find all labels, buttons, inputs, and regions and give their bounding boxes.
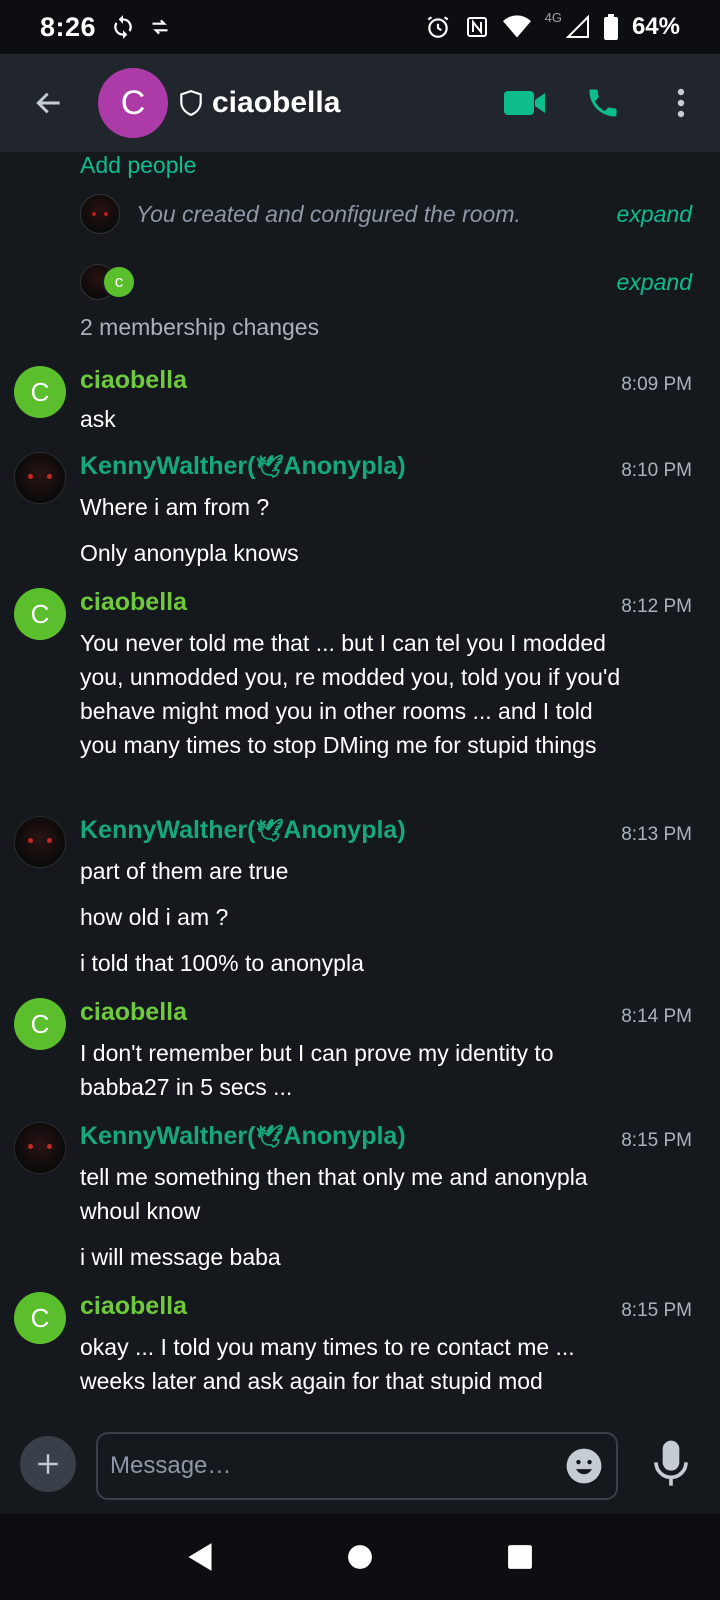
square-recents-icon [508,1545,532,1569]
emoji-button[interactable] [564,1446,604,1486]
shield-icon [178,89,204,117]
nav-back-button[interactable] [170,1527,230,1587]
member-avatar-c: c [102,265,136,299]
microphone-icon [654,1440,688,1486]
phone-icon [589,89,617,117]
expand-link[interactable]: expand [617,269,692,296]
back-button[interactable] [0,54,98,152]
room-name[interactable]: ciaobella [212,86,340,120]
sender-avatar[interactable]: C [14,1292,66,1344]
message-body: You never told me that ... but I can tel… [80,630,621,758]
message-time: 8:15 PM [621,1300,692,1321]
room-created-notice: You created and configured the room. exp… [80,194,692,234]
sender-avatar[interactable] [14,452,66,504]
message-body: ask [80,406,116,432]
sender-name[interactable]: KennyWalther(🕊Anonypla) [80,816,406,845]
message-composer [0,1410,720,1514]
message-time: 8:09 PM [621,374,692,395]
nav-recents-button[interactable] [490,1527,550,1587]
membership-summary: c expand [80,264,692,300]
message-timeline[interactable]: Add people You created and configured th… [0,152,720,1410]
sender-avatar[interactable]: C [14,998,66,1050]
room-avatar[interactable]: C [98,68,168,138]
nav-home-button[interactable] [330,1527,390,1587]
attach-button[interactable] [20,1436,76,1492]
battery-percent: 64% [631,13,680,40]
plus-icon [38,1454,58,1474]
message-input-box[interactable] [96,1432,618,1500]
nfc-icon [465,15,489,39]
status-bar: 8:26 4G 64% [0,0,720,54]
data-transfer-icon [150,17,170,37]
voice-call-button[interactable] [564,64,642,142]
message-time: 8:13 PM [621,824,692,845]
message-body: how old i am ? [80,904,229,930]
message-body: part of them are true [80,858,289,884]
creator-avatar [80,194,120,234]
message-time: 8:12 PM [621,596,692,617]
sender-avatar[interactable]: C [14,588,66,640]
triangle-back-icon [188,1543,212,1571]
message-body: okay ... I told you many times to re con… [80,1334,575,1394]
notice-text: You created and configured the room. [136,200,521,227]
back-arrow-icon [36,92,60,114]
sender-name[interactable]: ciaobella [80,1292,187,1321]
sender-avatar[interactable] [14,816,66,868]
message-body: I don't remember but I can prove my iden… [80,1040,554,1100]
message-body: tell me something then that only me and … [80,1164,588,1224]
message-body: Where i am from ? [80,494,270,520]
voice-message-button[interactable] [646,1434,696,1494]
chat-screen: 8:26 4G 64% C ciaobella Add people You c… [0,0,720,1600]
sender-name[interactable]: ciaobella [80,366,187,395]
emoji-icon [566,1448,602,1484]
message-input[interactable] [110,1452,564,1480]
message-time: 8:10 PM [621,460,692,481]
sender-name[interactable]: KennyWalther(🕊Anonypla) [80,1122,406,1151]
membership-changes-text: 2 membership changes [80,314,320,340]
message-body: Only anonypla knows [80,540,299,566]
video-call-button[interactable] [486,64,564,142]
sender-name[interactable]: ciaobella [80,998,187,1027]
message-body: i will message baba [80,1244,281,1270]
battery-icon [603,14,618,40]
add-people-link[interactable]: Add people [80,152,196,179]
sender-name[interactable]: KennyWalther(🕊Anonypla) [80,452,406,481]
sender-name[interactable]: ciaobella [80,588,187,617]
room-header: C ciaobella [0,54,720,152]
sync-icon [110,14,136,40]
message-time: 8:15 PM [621,1130,692,1151]
wifi-icon [502,15,531,39]
more-vert-icon [677,88,685,118]
alarm-icon [425,14,451,40]
cell-signal-icon [565,15,590,39]
dove-emoji: 🕊 [255,454,284,479]
video-call-icon [504,91,545,115]
system-nav-bar [0,1514,720,1600]
sender-avatar[interactable] [14,1122,66,1174]
status-time: 8:26 [40,11,97,42]
network-type: 4G [544,9,562,25]
circle-home-icon [348,1545,372,1569]
sender-avatar[interactable]: C [14,366,66,418]
more-options-button[interactable] [642,64,720,142]
dove-emoji: 🕊 [255,818,284,843]
message-body: i told that 100% to anonypla [80,950,364,976]
dove-emoji: 🕊 [255,1124,284,1149]
message-time: 8:14 PM [621,1006,692,1027]
expand-link[interactable]: expand [617,201,692,228]
